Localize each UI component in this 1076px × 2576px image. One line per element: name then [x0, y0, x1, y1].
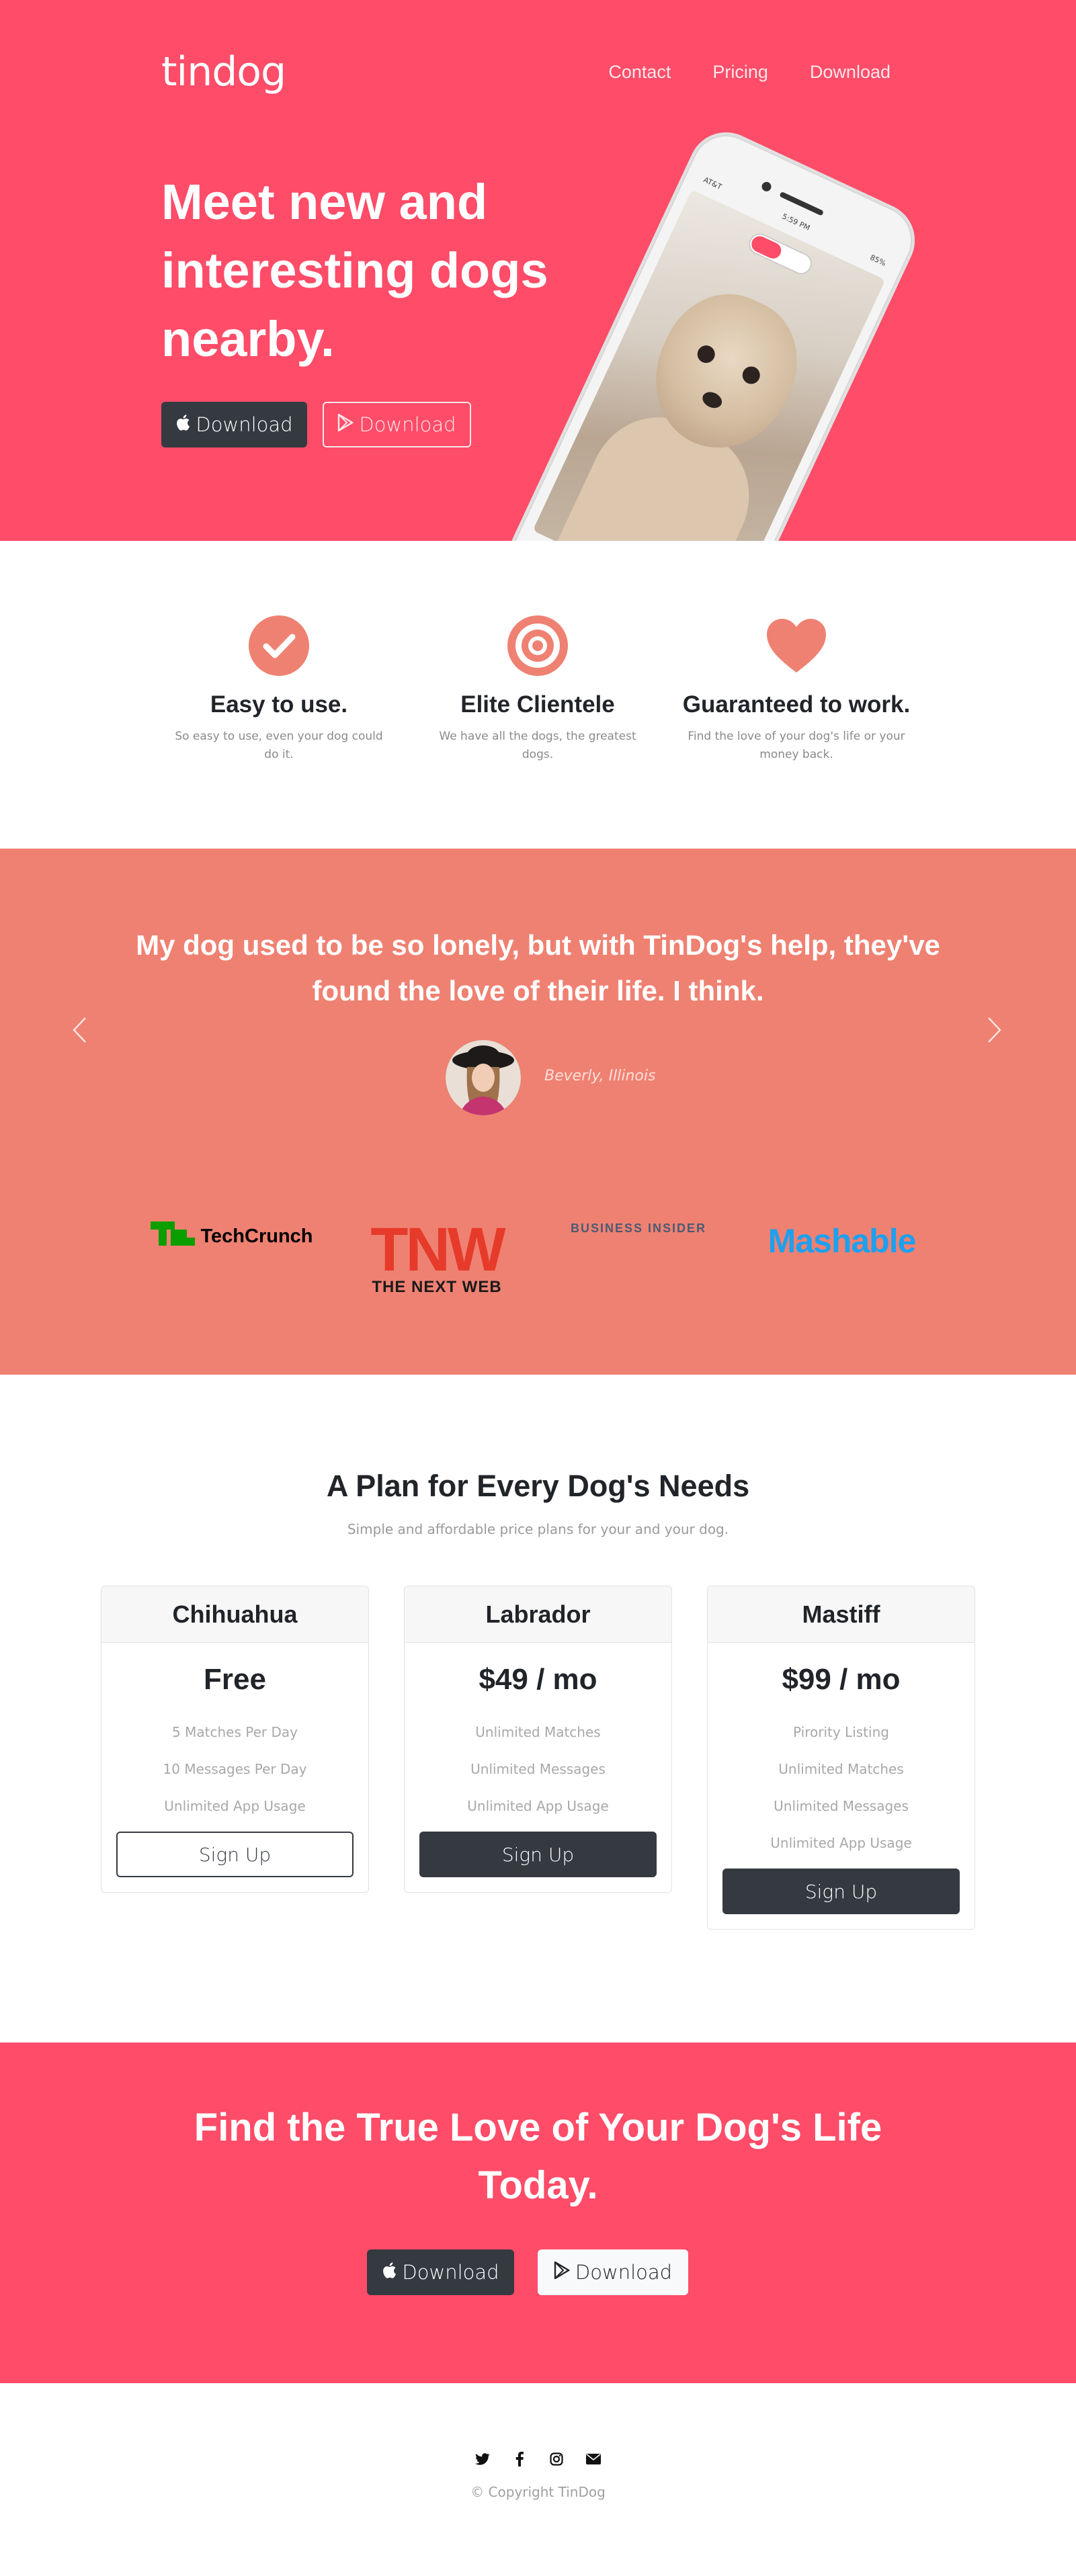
plan-name: Chihuahua [101, 1586, 368, 1643]
tnw-wordmark: THE NEXT WEB [372, 1278, 502, 1296]
testimonial-quote: My dog used to be so lonely, but with Ti… [136, 929, 940, 1006]
dog-eye-right [739, 363, 763, 387]
plan-feature: Unlimited App Usage [467, 1798, 609, 1814]
copyright-text: © Copyright TinDog [470, 2484, 606, 2500]
plan-feature: Unlimited Matches [778, 1761, 904, 1777]
instagram-icon[interactable] [548, 2450, 565, 2467]
check-circle-icon [248, 615, 310, 677]
cta-google-play-download-label: Download [575, 2261, 673, 2284]
plan-feature-list: 5 Matches Per Day 10 Messages Per Day Un… [101, 1714, 368, 1825]
nav-link-download[interactable]: Download [810, 62, 891, 83]
plan-feature-list: Pirority Listing Unlimited Matches Unlim… [708, 1714, 975, 1862]
business-insider-logo: BUSINESS INSIDER [570, 1221, 707, 1235]
plan-price: $49 / mo [479, 1663, 597, 1696]
mashable-logo: Mashable [768, 1222, 917, 1260]
sign-up-button-mastiff[interactable]: Sign Up [722, 1869, 960, 1914]
plan-feature-list: Unlimited Matches Unlimited Messages Unl… [405, 1714, 671, 1825]
dog-eye-left [694, 342, 718, 366]
feature-text: Find the love of your dog's life or your… [688, 730, 905, 761]
google-play-icon [554, 2260, 571, 2283]
plan-feature: Pirority Listing [793, 1724, 889, 1740]
features-section: Easy to use. So easy to use, even your d… [0, 541, 1076, 849]
cta-section: Find the True Love of Your Dog's Life To… [0, 2043, 1076, 2383]
feature-elite-clientele: Elite Clientele We have all the dogs, th… [420, 615, 655, 764]
tnw-logo: TNW THE NEXT WEB [356, 1215, 518, 1297]
cta-apple-download-label: Download [402, 2261, 499, 2284]
phone-carrier: AT&T [702, 175, 724, 191]
google-play-download-button[interactable]: Download [323, 402, 471, 447]
plan-name: Mastiff [708, 1586, 975, 1643]
google-play-icon [337, 413, 354, 435]
pricing-card-mastiff: Mastiff $99 / mo Pirority Listing Unlimi… [707, 1586, 975, 1930]
hero-title: Meet new and interesting dogs nearby. [161, 174, 548, 367]
pricing-card-chihuahua: Chihuahua Free 5 Matches Per Day 10 Mess… [101, 1586, 369, 1893]
plan-price: $99 / mo [782, 1663, 901, 1696]
pricing-title: A Plan for Every Dog's Needs [326, 1469, 750, 1503]
nav-link-pricing[interactable]: Pricing [712, 62, 768, 83]
feature-easy-to-use: Easy to use. So easy to use, even your d… [161, 615, 397, 764]
phone-camera [760, 180, 773, 194]
feature-text: So easy to use, even your dog could do i… [175, 730, 383, 761]
carousel-prev-chevron-icon[interactable] [66, 1010, 93, 1050]
plan-name: Labrador [405, 1586, 671, 1643]
envelope-icon[interactable] [585, 2450, 602, 2467]
testimonials-section: My dog used to be so lonely, but with Ti… [0, 849, 1076, 1375]
main-nav: Contact Pricing Download [567, 62, 891, 83]
feature-title: Easy to use. [210, 691, 348, 718]
plan-feature: Unlimited Messages [470, 1761, 606, 1777]
brand-logo[interactable]: tindog [161, 48, 286, 95]
dog-nose [700, 389, 725, 411]
plan-price: Free [204, 1663, 266, 1696]
techcrunch-mark-icon [151, 1221, 196, 1252]
feature-title: Guaranteed to work. [682, 691, 911, 718]
heart-icon [765, 615, 827, 677]
plan-feature: Unlimited Matches [475, 1724, 601, 1740]
cta-title: Find the True Love of Your Dog's Life To… [194, 2106, 882, 2207]
apple-download-label: Download [196, 413, 293, 436]
sign-up-button-chihuahua[interactable]: Sign Up [116, 1832, 354, 1877]
plan-feature: 10 Messages Per Day [163, 1761, 307, 1777]
techcrunch-wordmark: TechCrunch [200, 1226, 313, 1247]
plan-feature: Unlimited App Usage [770, 1835, 912, 1851]
plan-feature: 5 Matches Per Day [172, 1724, 298, 1740]
feature-guaranteed: Guaranteed to work. Find the love of you… [679, 615, 914, 764]
twitter-icon[interactable] [474, 2450, 491, 2467]
hero-section: tindog Contact Pricing Download Meet new… [0, 0, 1076, 541]
feature-title: Elite Clientele [460, 691, 615, 718]
plan-feature: Unlimited App Usage [164, 1798, 306, 1814]
sign-up-button-labrador[interactable]: Sign Up [419, 1832, 657, 1877]
nav-link-contact[interactable]: Contact [608, 62, 671, 83]
feature-text: We have all the dogs, the greatest dogs. [439, 730, 636, 761]
phone-time: 5:59 PM [780, 212, 812, 233]
tnw-mark: TNW [370, 1215, 505, 1284]
phone-battery: 85% [868, 253, 888, 268]
cta-apple-download-button[interactable]: Download [367, 2249, 514, 2295]
testimonial-author: Beverly, Illinois [544, 1068, 656, 1084]
cta-google-play-download-button[interactable]: Download [538, 2249, 688, 2295]
testimonial-avatar [446, 1040, 521, 1115]
social-links [0, 2450, 1076, 2467]
footer: © Copyright TinDog [0, 2383, 1076, 2576]
pricing-subtitle: Simple and affordable price plans for yo… [347, 1521, 729, 1537]
apple-icon [175, 414, 190, 435]
google-play-download-label: Download [359, 413, 456, 436]
plan-feature: Unlimited Messages [774, 1798, 909, 1814]
apple-download-button[interactable]: Download [161, 402, 307, 447]
pricing-section: A Plan for Every Dog's Needs Simple and … [0, 1375, 1076, 2047]
pricing-card-labrador: Labrador $49 / mo Unlimited Matches Unli… [404, 1586, 672, 1893]
facebook-icon[interactable] [511, 2450, 528, 2467]
carousel-next-chevron-icon[interactable] [981, 1010, 1008, 1050]
techcrunch-logo: TechCrunch [151, 1221, 313, 1252]
bullseye-icon [507, 615, 569, 677]
app-toggle-icon [745, 230, 816, 278]
apple-icon [382, 2262, 397, 2283]
